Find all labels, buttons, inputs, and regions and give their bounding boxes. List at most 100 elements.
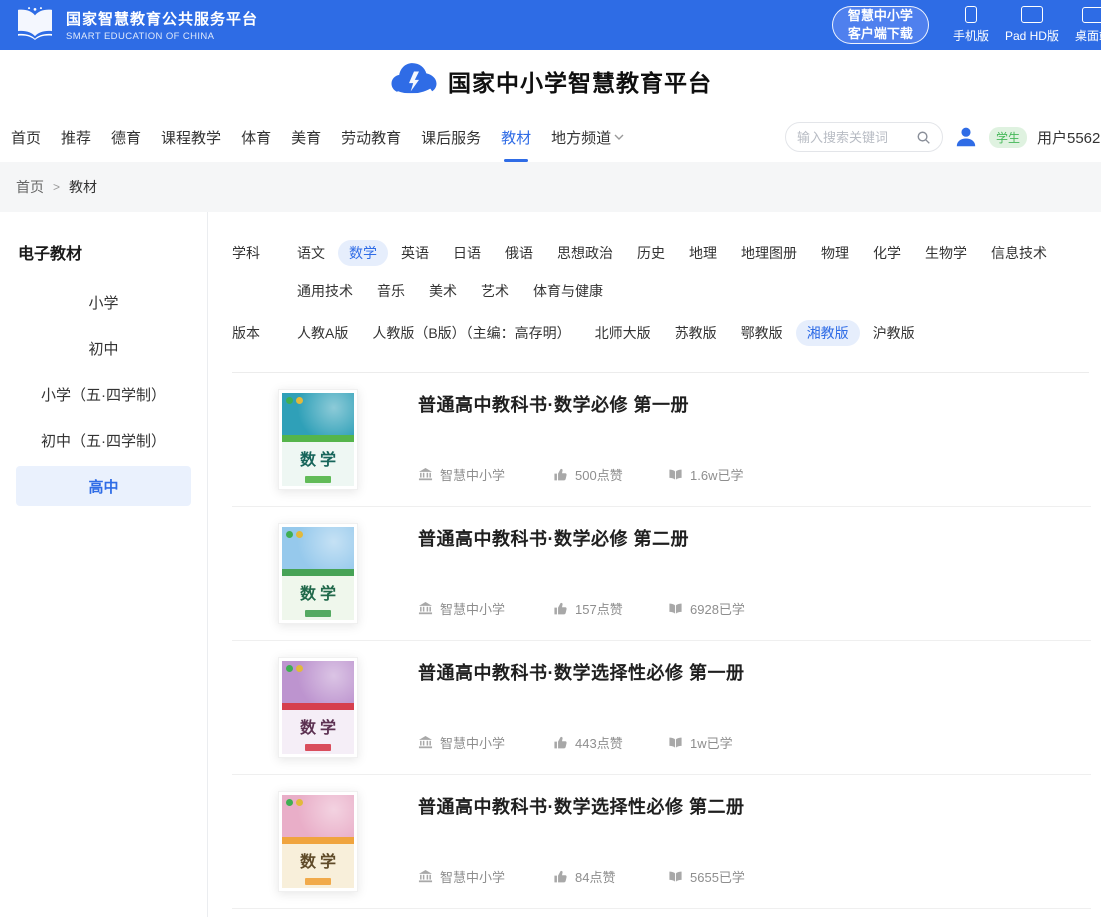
book-cover[interactable]: 数学 [278, 791, 358, 892]
book-title[interactable]: 普通高中教科书·数学必修 第一册 [418, 391, 1091, 417]
sidebar-item[interactable]: 初中 [16, 328, 191, 368]
book-cover[interactable]: 数学 [278, 657, 358, 758]
site-title: 国家中小学智慧教育平台 [448, 64, 712, 98]
subject-option[interactable]: 音乐 [366, 278, 416, 304]
nav-item[interactable]: 课程教学 [158, 123, 224, 152]
nav-item[interactable]: 劳动教育 [338, 123, 404, 152]
edition-option[interactable]: 人教A版 [286, 320, 359, 346]
main-content: 学科 语文数学英语日语俄语思想政治历史地理地理图册物理化学生物学信息技术 通用技… [208, 212, 1101, 917]
nav-item[interactable]: 美育 [288, 123, 324, 152]
book-publisher: 智慧中小学 [440, 599, 505, 618]
site-logo[interactable]: 国家中小学智慧教育平台 [389, 59, 712, 104]
book-title[interactable]: 普通高中教科书·数学必修 第二册 [418, 525, 1091, 551]
subject-option[interactable]: 语文 [286, 240, 336, 266]
username[interactable]: 用户5562 [1037, 127, 1101, 148]
edition-option[interactable]: 鄂教版 [730, 320, 794, 346]
avatar[interactable] [953, 124, 979, 150]
client-platform-item[interactable]: Pad HD版 [1005, 6, 1059, 44]
search-box[interactable] [785, 122, 943, 152]
desktop-icon [1082, 7, 1101, 23]
breadcrumb-home[interactable]: 首页 [16, 177, 44, 197]
subject-option[interactable]: 思想政治 [546, 240, 624, 266]
topbar-right: 智慧中小学 客户端下载 手机版 Pad HD版 桌面端 [832, 6, 1101, 44]
thumbs-up-icon[interactable] [553, 735, 568, 750]
breadcrumb-current: 教材 [69, 177, 97, 197]
client-download-button[interactable]: 智慧中小学 客户端下载 [832, 6, 929, 44]
book-meta: 智慧中小学 500点赞 [418, 465, 1091, 484]
edition-option[interactable]: 湘教版 [796, 320, 860, 346]
edition-filter-row: 版本 人教A版人教版（B版）（主编：高存明）北师大版苏教版鄂教版湘教版沪教版 [232, 320, 1091, 346]
book-cover[interactable]: 数学 [278, 389, 358, 490]
nav-item-label: 推荐 [61, 127, 91, 148]
search-input[interactable] [797, 130, 910, 145]
learned-icon [668, 735, 683, 750]
subject-option[interactable]: 历史 [626, 240, 676, 266]
book-likes: 84点赞 [575, 867, 615, 886]
nav-item[interactable]: 教材 [498, 123, 534, 152]
book-item[interactable]: 数学 普通高中教科书·数学必修 第二册 [232, 507, 1091, 641]
cover-art [282, 795, 354, 837]
book-item[interactable]: 数学 普通高中教科书·数学选择性必修 第二册 [232, 775, 1091, 909]
platform-logo[interactable]: 国家智慧教育公共服务平台 SMART EDUCATION OF CHINA [14, 6, 258, 45]
sidebar-items: 小学初中小学（五·四学制） 初中（五·四学制） 高中 [0, 282, 207, 506]
client-platform-item[interactable]: 手机版 [953, 6, 989, 44]
book-item[interactable]: 数学 普通高中教科书·数学选择性必修 第一册 [232, 641, 1091, 775]
nav-item[interactable]: 地方频道 [548, 123, 627, 152]
edition-option[interactable]: 北师大版 [584, 320, 662, 346]
subject-option[interactable]: 数学 [338, 240, 388, 266]
client-platform-item[interactable]: 桌面端 [1075, 6, 1101, 44]
nav-item[interactable]: 首页 [8, 123, 44, 152]
body: 电子教材 小学初中小学（五·四学制）初中（五·四学制）高中 学科 语文数学英语日… [0, 212, 1101, 917]
search-icon[interactable] [916, 130, 931, 145]
book-learned: 1.6w已学 [690, 465, 743, 484]
subject-option[interactable]: 物理 [810, 240, 860, 266]
subject-option[interactable]: 日语 [442, 240, 492, 266]
sidebar-item[interactable]: 小学 [16, 282, 191, 322]
publisher-icon [418, 869, 433, 884]
open-book-logo-icon [14, 6, 56, 45]
thumbs-up-icon[interactable] [553, 467, 568, 482]
sidebar-item[interactable]: 小学（五·四学制） [16, 374, 191, 414]
edition-filter-label: 版本 [232, 320, 286, 346]
subject-option[interactable]: 体育与健康 [522, 278, 614, 304]
book-title[interactable]: 普通高中教科书·数学选择性必修 第二册 [418, 793, 1091, 819]
nav-item-label: 首页 [11, 127, 41, 148]
subject-option[interactable]: 英语 [390, 240, 440, 266]
edition-option[interactable]: 人教版（B版）（主编：高存明） [361, 320, 581, 346]
role-badge: 学生 [989, 127, 1027, 148]
main-nav: 首页 推荐 德育 课程教学 体育 [0, 112, 1101, 162]
subject-option[interactable]: 艺术 [470, 278, 520, 304]
book-title[interactable]: 普通高中教科书·数学选择性必修 第一册 [418, 659, 1091, 685]
publisher-icon [418, 601, 433, 616]
subject-option[interactable]: 美术 [418, 278, 468, 304]
subject-option[interactable]: 地理图册 [730, 240, 808, 266]
thumbs-up-icon[interactable] [553, 601, 568, 616]
subject-option[interactable]: 通用技术 [286, 278, 364, 304]
book-meta: 智慧中小学 157点赞 [418, 599, 1091, 618]
topbar-logo-subtitle: SMART EDUCATION OF CHINA [66, 31, 258, 42]
publisher-icon [418, 735, 433, 750]
subject-option[interactable]: 信息技术 [980, 240, 1058, 266]
edition-option[interactable]: 沪教版 [862, 320, 926, 346]
nav-item-label: 课后服务 [421, 127, 481, 148]
edition-option[interactable]: 苏教版 [664, 320, 728, 346]
nav-item[interactable]: 体育 [238, 123, 274, 152]
book-meta: 智慧中小学 84点赞 [418, 867, 1091, 886]
nav-item[interactable]: 德育 [108, 123, 144, 152]
thumbs-up-icon[interactable] [553, 869, 568, 884]
book-item[interactable]: 数学 普通高中教科书·数学必修 第一册 [232, 373, 1091, 507]
subject-option[interactable]: 地理 [678, 240, 728, 266]
book-learned: 6928已学 [690, 599, 745, 618]
subject-option[interactable]: 化学 [862, 240, 912, 266]
subject-option[interactable]: 生物学 [914, 240, 978, 266]
nav-item-label: 体育 [241, 127, 271, 148]
book-cover[interactable]: 数学 [278, 523, 358, 624]
nav-item[interactable]: 推荐 [58, 123, 94, 152]
sidebar-item[interactable]: 初中（五·四学制） [16, 420, 191, 460]
nav-item[interactable]: 课后服务 [418, 123, 484, 152]
client-platform-label: 桌面端 [1075, 27, 1101, 44]
sidebar-item[interactable]: 高中 [16, 466, 191, 506]
subject-option[interactable]: 俄语 [494, 240, 544, 266]
nav-item-label: 劳动教育 [341, 127, 401, 148]
cover-art [282, 527, 354, 569]
